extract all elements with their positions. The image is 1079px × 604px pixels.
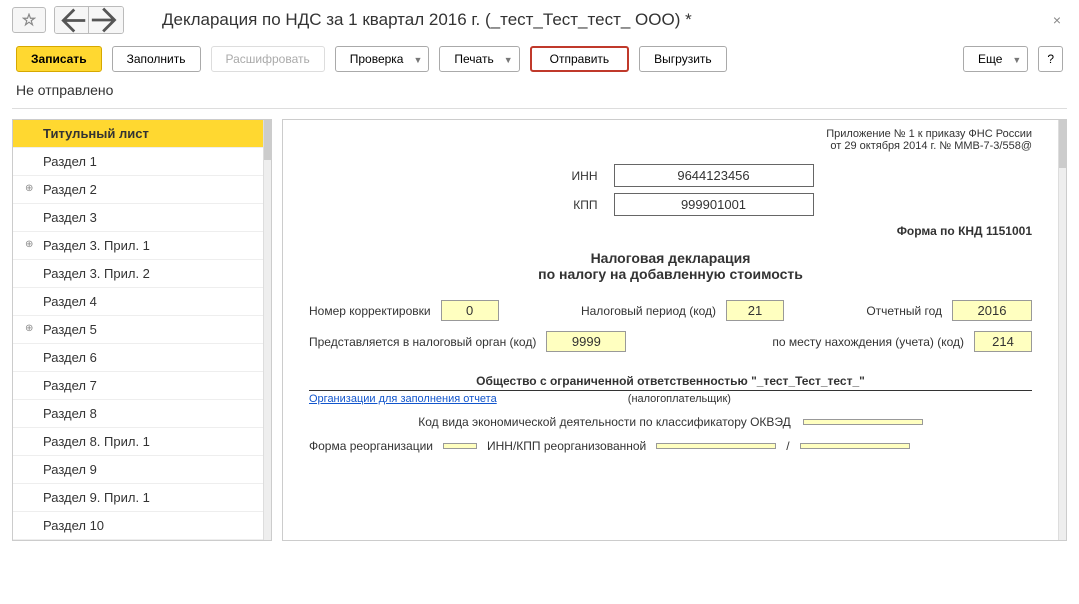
print-label: Печать — [454, 52, 493, 66]
fill-button[interactable]: Заполнить — [112, 46, 201, 72]
sidebar-item-label: Титульный лист — [43, 126, 149, 141]
authority-field[interactable]: 9999 — [546, 331, 626, 352]
sidebar-item-11[interactable]: Раздел 8. Прил. 1 — [13, 428, 263, 456]
inn-label: ИНН — [528, 169, 598, 183]
sidebar-wrap: Титульный лист Раздел 1 ⊕ Раздел 2 Раздел 3 ⊕… — [12, 119, 272, 541]
page-title: Декларация по НДС за 1 квартал 2016 г. (… — [162, 10, 692, 30]
year-label: Отчетный год — [866, 304, 942, 318]
sidebar-item-0[interactable]: Титульный лист — [13, 120, 263, 148]
sidebar-item-9[interactable]: Раздел 7 — [13, 372, 263, 400]
status-text: Не отправлено — [0, 78, 1079, 108]
export-button[interactable]: Выгрузить — [639, 46, 727, 72]
sidebar-item-label: Раздел 9. Прил. 1 — [43, 490, 150, 505]
reorg-label: Форма реорганизации — [309, 439, 433, 453]
sidebar-item-label: Раздел 6 — [43, 350, 97, 365]
sidebar-item-7[interactable]: ⊕ Раздел 5 — [13, 316, 263, 344]
sidebar-item-label: Раздел 4 — [43, 294, 97, 309]
reorg-kpp-field[interactable] — [800, 443, 910, 449]
send-button[interactable]: Отправить — [530, 46, 630, 72]
more-label: Еще — [978, 52, 1002, 66]
arrow-left-icon — [55, 6, 88, 34]
sidebar-item-label: Раздел 2 — [43, 182, 97, 197]
caret-down-icon: ▼ — [1012, 55, 1021, 65]
sidebar-item-8[interactable]: Раздел 6 — [13, 344, 263, 372]
org-link[interactable]: Организации для заполнения отчета — [309, 393, 497, 405]
kpp-label: КПП — [528, 198, 598, 212]
annex-text: Приложение № 1 к приказу ФНС России от 2… — [309, 128, 1032, 152]
arrow-right-icon — [89, 6, 123, 34]
sidebar-item-2[interactable]: ⊕ Раздел 2 — [13, 176, 263, 204]
form-title: Налоговая декларация — [309, 250, 1032, 266]
org-hint: (налогоплательщик) — [497, 393, 862, 405]
sidebar-item-label: Раздел 8 — [43, 406, 97, 421]
expand-icon[interactable]: ⊕ — [25, 239, 33, 250]
sidebar-item-label: Раздел 3. Прил. 2 — [43, 266, 150, 281]
okved-field[interactable] — [803, 419, 923, 425]
main-scrollbar[interactable] — [1058, 120, 1066, 540]
sidebar-item-5[interactable]: Раздел 3. Прил. 2 — [13, 260, 263, 288]
sidebar-item-label: Раздел 1 — [43, 154, 97, 169]
content: Титульный лист Раздел 1 ⊕ Раздел 2 Раздел 3 ⊕… — [0, 109, 1079, 545]
expand-icon[interactable]: ⊕ — [25, 183, 33, 194]
expand-icon[interactable]: ⊕ — [25, 323, 33, 334]
reorg-form-field[interactable] — [443, 443, 477, 449]
correction-label: Номер корректировки — [309, 304, 431, 318]
more-button[interactable]: Еще ▼ — [963, 46, 1028, 72]
sidebar-item-label: Раздел 3. Прил. 1 — [43, 238, 150, 253]
form-subtitle: по налогу на добавленную стоимость — [309, 266, 1032, 282]
sidebar-item-14[interactable]: Раздел 10 — [13, 512, 263, 540]
sidebar-item-label: Раздел 10 — [43, 518, 104, 533]
sidebar: Титульный лист Раздел 1 ⊕ Раздел 2 Раздел 3 ⊕… — [13, 120, 263, 540]
sidebar-scrollbar[interactable] — [263, 120, 271, 540]
year-field[interactable]: 2016 — [952, 300, 1032, 321]
print-button[interactable]: Печать ▼ — [439, 46, 519, 72]
sidebar-item-10[interactable]: Раздел 8 — [13, 400, 263, 428]
star-icon — [22, 13, 36, 27]
sidebar-item-label: Раздел 3 — [43, 210, 97, 225]
nav-group — [54, 6, 124, 34]
location-label: по месту нахождения (учета) (код) — [772, 335, 964, 349]
sidebar-item-label: Раздел 9 — [43, 462, 97, 477]
nav-forward-button[interactable] — [89, 7, 123, 33]
main-wrap: Приложение № 1 к приказу ФНС России от 2… — [282, 119, 1067, 541]
check-button[interactable]: Проверка ▼ — [335, 46, 430, 72]
sidebar-item-label: Раздел 5 — [43, 322, 97, 337]
sidebar-item-12[interactable]: Раздел 9 — [13, 456, 263, 484]
main-panel: Приложение № 1 к приказу ФНС России от 2… — [283, 120, 1058, 540]
authority-label: Представляется в налоговый орган (код) — [309, 335, 536, 349]
org-name: Общество с ограниченной ответственностью… — [309, 372, 1032, 391]
decode-button: Расшифровать — [211, 46, 325, 72]
caret-down-icon: ▼ — [504, 55, 513, 65]
sidebar-item-4[interactable]: ⊕ Раздел 3. Прил. 1 — [13, 232, 263, 260]
caret-down-icon: ▼ — [413, 55, 422, 65]
kpp-field[interactable]: 999901001 — [614, 193, 814, 216]
inn-field[interactable]: 9644123456 — [614, 164, 814, 187]
sidebar-item-3[interactable]: Раздел 3 — [13, 204, 263, 232]
reorg-inn-label: ИНН/КПП реорганизованной — [487, 439, 646, 453]
location-field[interactable]: 214 — [974, 331, 1032, 352]
annex-line2: от 29 октября 2014 г. № ММВ-7-3/558@ — [309, 140, 1032, 152]
toolbar: Записать Заполнить Расшифровать Проверка… — [0, 40, 1079, 78]
sidebar-item-6[interactable]: Раздел 4 — [13, 288, 263, 316]
close-button[interactable]: × — [1047, 12, 1067, 28]
period-field[interactable]: 21 — [726, 300, 784, 321]
reorg-slash: / — [786, 439, 789, 453]
sidebar-item-1[interactable]: Раздел 1 — [13, 148, 263, 176]
sidebar-item-label: Раздел 7 — [43, 378, 97, 393]
favorite-button[interactable] — [12, 7, 46, 33]
reorg-inn-field[interactable] — [656, 443, 776, 449]
topbar: Декларация по НДС за 1 квартал 2016 г. (… — [0, 0, 1079, 40]
annex-line1: Приложение № 1 к приказу ФНС России — [309, 128, 1032, 140]
nav-back-button[interactable] — [55, 7, 89, 33]
correction-field[interactable]: 0 — [441, 300, 499, 321]
save-button[interactable]: Записать — [16, 46, 102, 72]
help-button[interactable]: ? — [1038, 46, 1063, 72]
sidebar-item-label: Раздел 8. Прил. 1 — [43, 434, 150, 449]
sidebar-item-13[interactable]: Раздел 9. Прил. 1 — [13, 484, 263, 512]
check-label: Проверка — [350, 52, 404, 66]
okved-label: Код вида экономической деятельности по к… — [418, 415, 791, 429]
knd-text: Форма по КНД 1151001 — [309, 224, 1032, 238]
period-label: Налоговый период (код) — [581, 304, 716, 318]
